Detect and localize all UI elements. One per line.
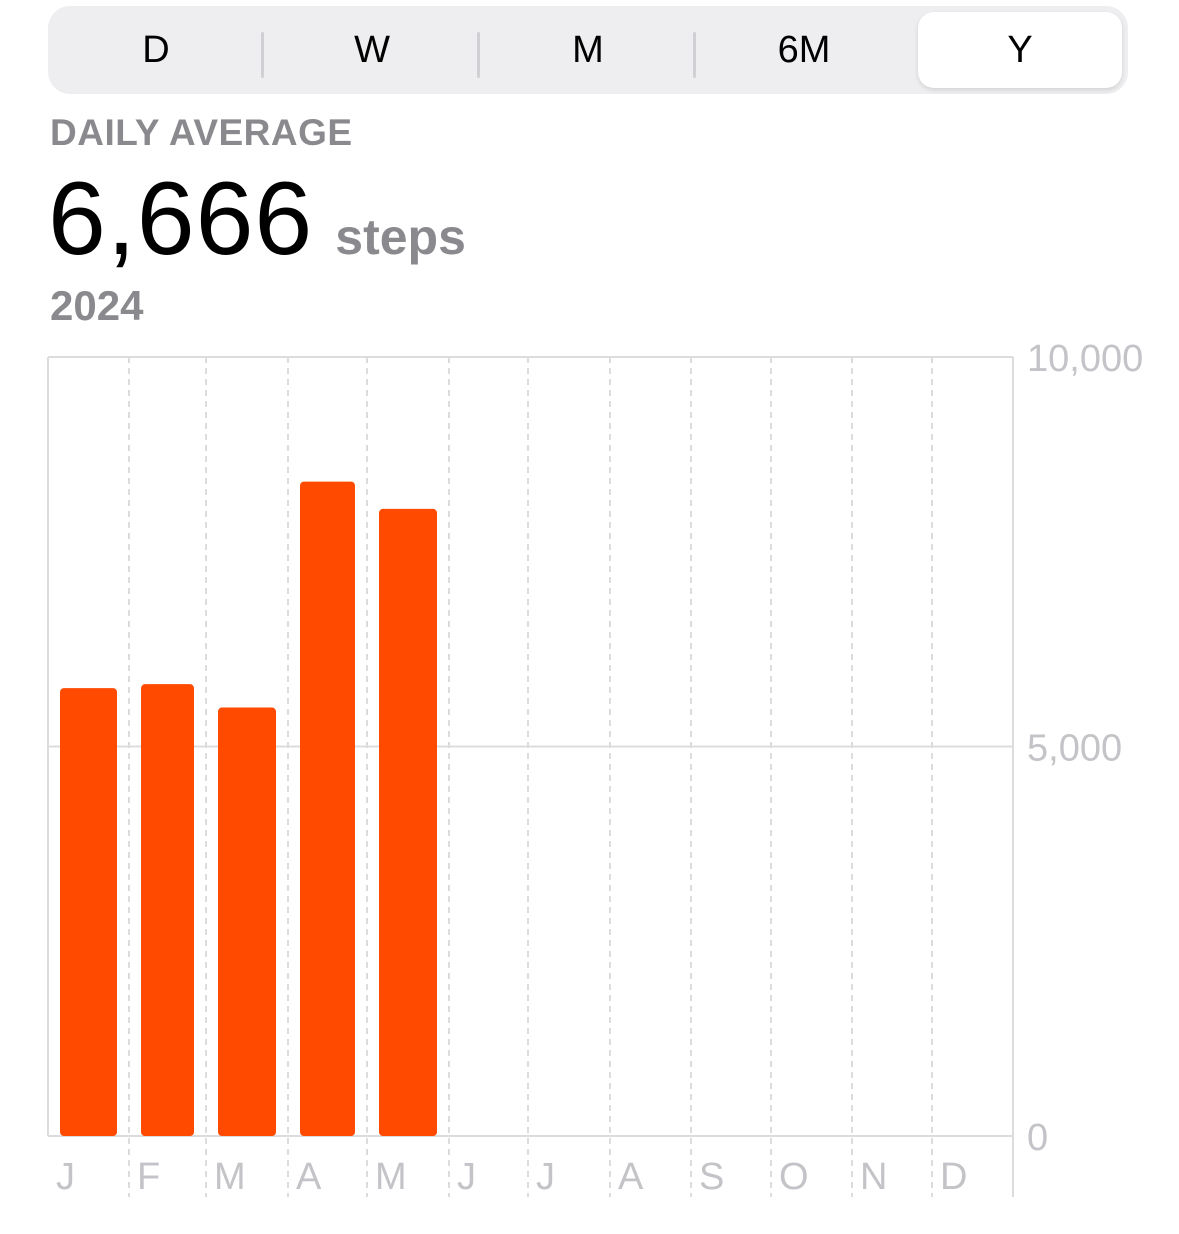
- y-tick-label: 10,000: [1027, 338, 1143, 380]
- bar-4: [379, 508, 437, 1136]
- steps-bar-chart[interactable]: 10,000 5,000 0 J F M A M J J A S O N D: [0, 0, 1179, 1234]
- x-tick-label: J: [457, 1156, 476, 1198]
- x-tick-label: D: [940, 1156, 967, 1198]
- bar-2: [218, 707, 276, 1136]
- y-tick-label: 5,000: [1027, 728, 1122, 770]
- x-tick-label: A: [618, 1156, 644, 1198]
- x-tick-label: N: [860, 1156, 887, 1198]
- x-tick-label: F: [137, 1156, 160, 1198]
- x-tick-label: M: [214, 1156, 246, 1198]
- x-tick-label: J: [536, 1156, 555, 1198]
- x-tick-label: O: [779, 1156, 809, 1198]
- bar-1: [141, 684, 194, 1136]
- bar-3: [300, 481, 355, 1136]
- x-tick-label: M: [375, 1156, 407, 1198]
- x-tick-label: S: [699, 1156, 724, 1198]
- x-tick-label: J: [56, 1156, 75, 1198]
- x-tick-label: A: [296, 1156, 322, 1198]
- y-tick-label: 0: [1027, 1117, 1048, 1159]
- bar-0: [60, 688, 117, 1136]
